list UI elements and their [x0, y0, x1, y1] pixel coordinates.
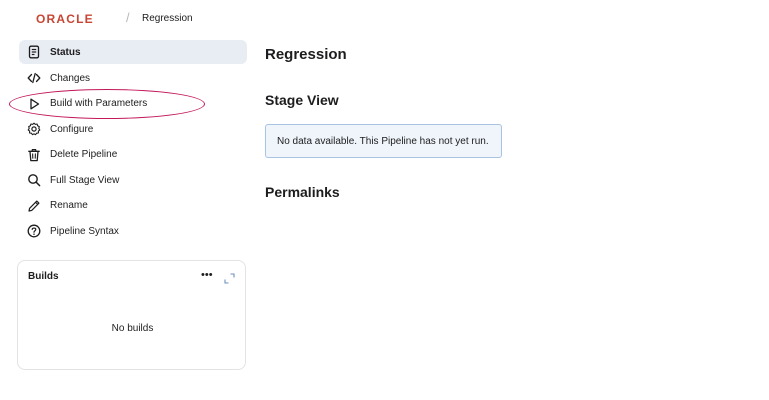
permalinks-heading: Permalinks [265, 184, 340, 200]
sidebar-item-configure[interactable]: Configure [19, 117, 247, 143]
sidebar-item-label: Status [50, 46, 81, 58]
breadcrumb-separator: / [126, 10, 130, 25]
sidebar-item-build-with-parameters[interactable]: Build with Parameters [19, 91, 247, 117]
sidebar-item-pipeline-syntax[interactable]: Pipeline Syntax [19, 219, 247, 245]
pencil-icon [27, 199, 41, 213]
play-icon [27, 97, 41, 111]
page: ORACLE / Regression Status Changes Build… [0, 0, 769, 400]
builds-panel: Builds ••• No builds [17, 260, 246, 370]
sidebar: Status Changes Build with Parameters Con… [19, 40, 247, 244]
more-options-icon[interactable]: ••• [201, 269, 213, 281]
sidebar-item-label: Changes [50, 72, 91, 84]
no-data-notice: No data available. This Pipeline has not… [265, 124, 502, 158]
help-icon [27, 224, 41, 238]
sidebar-item-delete-pipeline[interactable]: Delete Pipeline [19, 142, 247, 168]
status-document-icon [27, 45, 41, 59]
header: ORACLE / Regression [0, 0, 769, 38]
builds-title: Builds [28, 271, 59, 282]
sidebar-item-rename[interactable]: Rename [19, 193, 247, 219]
sidebar-item-label: Full Stage View [50, 174, 120, 186]
sidebar-item-label: Build with Parameters [50, 98, 148, 110]
sidebar-item-changes[interactable]: Changes [19, 66, 247, 92]
sidebar-item-label: Rename [50, 200, 88, 212]
sidebar-item-status[interactable]: Status [19, 40, 247, 64]
stage-view-heading: Stage View [265, 92, 339, 108]
sidebar-item-label: Pipeline Syntax [50, 225, 119, 237]
expand-icon[interactable] [224, 271, 235, 284]
breadcrumb-regression[interactable]: Regression [142, 13, 193, 24]
code-icon [27, 71, 41, 85]
sidebar-item-label: Delete Pipeline [50, 149, 118, 161]
page-title: Regression [265, 46, 347, 63]
sidebar-item-full-stage-view[interactable]: Full Stage View [19, 168, 247, 194]
search-icon [27, 173, 41, 187]
sidebar-item-label: Configure [50, 123, 94, 135]
oracle-logo[interactable]: ORACLE [36, 12, 94, 26]
trash-icon [27, 148, 41, 162]
no-builds-text: No builds [111, 323, 154, 334]
gear-icon [27, 122, 41, 136]
